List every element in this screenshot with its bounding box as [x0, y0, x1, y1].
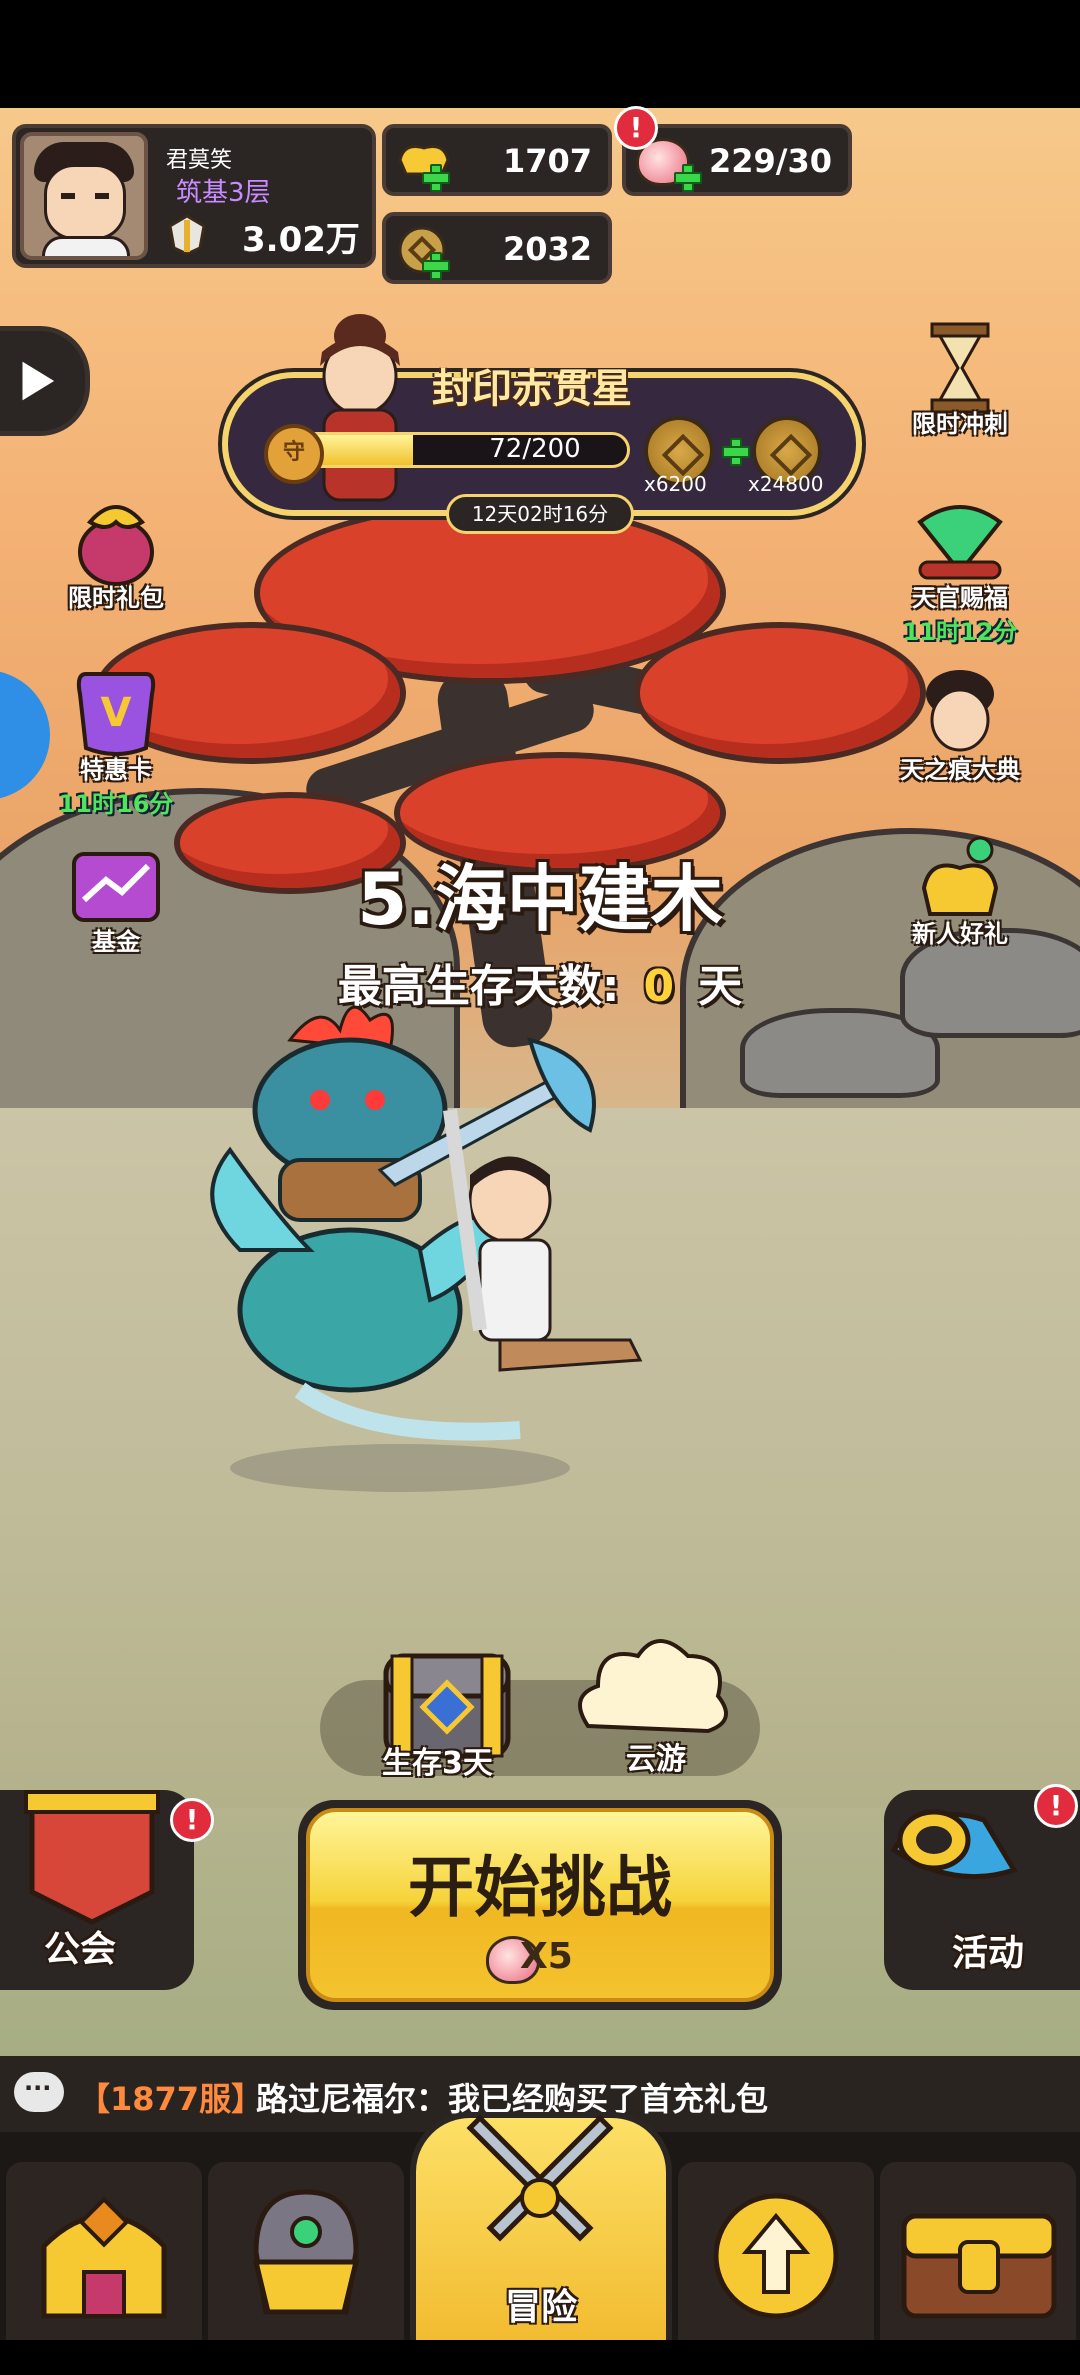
event-title: 封印赤贯星	[432, 366, 632, 412]
player-rank: 筑基3层	[176, 178, 271, 208]
guild-label: 公会	[44, 1929, 117, 1970]
gesture-bar	[0, 2340, 1080, 2375]
nav-adventure-label: 冒险	[504, 2287, 577, 2328]
shield-icon: 守	[264, 424, 324, 484]
vip-card-icon: V	[76, 672, 156, 756]
special-card-timer: 11时16分	[58, 790, 174, 818]
heavenly-blessing-timer: 11时12分	[902, 618, 1018, 646]
guild-button[interactable]: 公会	[0, 1790, 194, 1990]
horn-icon	[890, 1809, 1018, 1880]
start-challenge-cost: X5	[520, 1936, 573, 1977]
treasure-chest-icon	[901, 2213, 1057, 2319]
heaven-scar-ceremony-label: 天之痕大典	[900, 756, 1020, 784]
guild-banner-icon	[24, 1790, 160, 1925]
heaven-scar-ceremony-button[interactable]: 天之痕大典	[890, 664, 1030, 804]
character-portrait-icon	[926, 670, 994, 752]
svg-text:V: V	[101, 690, 132, 736]
survival-unit: 天	[698, 961, 743, 1012]
peach-value: 229/30	[708, 142, 832, 180]
player-power: 3.02万	[242, 220, 360, 260]
guild-alert-badge: !	[170, 1798, 214, 1842]
event-progress-text: 72/200	[489, 434, 581, 464]
hourglass-icon	[930, 322, 990, 414]
fan-icon	[917, 505, 1003, 580]
limited-gift-pack-label: 限时礼包	[68, 584, 164, 612]
chat-server: 【1877服】	[78, 2080, 264, 2118]
chat-bubble-icon[interactable]	[14, 2072, 64, 2112]
upgrade-arrow-icon	[713, 2193, 839, 2319]
stage-title: 5.海中建木	[357, 857, 723, 941]
add-gold-icon[interactable]	[422, 164, 450, 192]
chest-label: 生存3天	[382, 1746, 493, 1781]
player-card[interactable]: 君莫笑 筑基3层 3.02万	[12, 124, 376, 268]
power-icon	[168, 214, 206, 256]
start-challenge-label: 开始挑战	[408, 1849, 672, 1926]
gift-bag-icon	[78, 505, 154, 586]
player-name: 君莫笑	[166, 148, 233, 173]
limited-sprint-label: 限时冲刺	[912, 410, 1008, 438]
status-bar	[0, 0, 1080, 108]
limited-gift-pack-button[interactable]: 限时礼包	[46, 492, 186, 632]
heavenly-blessing-button[interactable]: 天官赐福 11时12分	[890, 492, 1030, 646]
crossed-swords-icon	[466, 2114, 614, 2242]
add-coin-icon[interactable]	[422, 252, 450, 280]
coin-resource[interactable]: 2032	[382, 212, 612, 284]
helmet-icon	[252, 2189, 360, 2315]
avatar[interactable]	[20, 132, 148, 260]
battle-characters	[210, 1005, 643, 1492]
event-timer: 12天02时16分	[446, 494, 634, 534]
shop-icon	[41, 2196, 167, 2319]
activity-alert-badge: !	[1034, 1784, 1078, 1828]
limited-sprint-button[interactable]: 限时冲刺	[890, 318, 1030, 458]
activity-label: 活动	[952, 1933, 1025, 1974]
plus-icon	[722, 438, 750, 466]
start-challenge-button[interactable]: 开始挑战 X5	[298, 1800, 782, 2010]
special-card-button[interactable]: V 特惠卡 11时16分	[46, 664, 186, 818]
cloud-label: 云游	[626, 1742, 686, 1777]
coin-value: 2032	[502, 230, 592, 268]
play-button[interactable]	[0, 326, 90, 436]
add-peach-icon[interactable]	[674, 164, 702, 192]
reward1-label: x6200	[644, 472, 707, 496]
special-card-label: 特惠卡	[80, 756, 152, 784]
nav-item-adventure[interactable]: 冒险	[410, 2112, 672, 2375]
reward2-label: x24800	[748, 472, 824, 496]
tree-foliage	[640, 628, 920, 758]
gold-resource[interactable]: 1707	[382, 124, 612, 196]
play-icon	[19, 356, 60, 406]
heavenly-blessing-label: 天官赐福	[912, 584, 1008, 612]
gold-value: 1707	[502, 142, 592, 180]
peach-alert-badge: !	[614, 106, 658, 150]
